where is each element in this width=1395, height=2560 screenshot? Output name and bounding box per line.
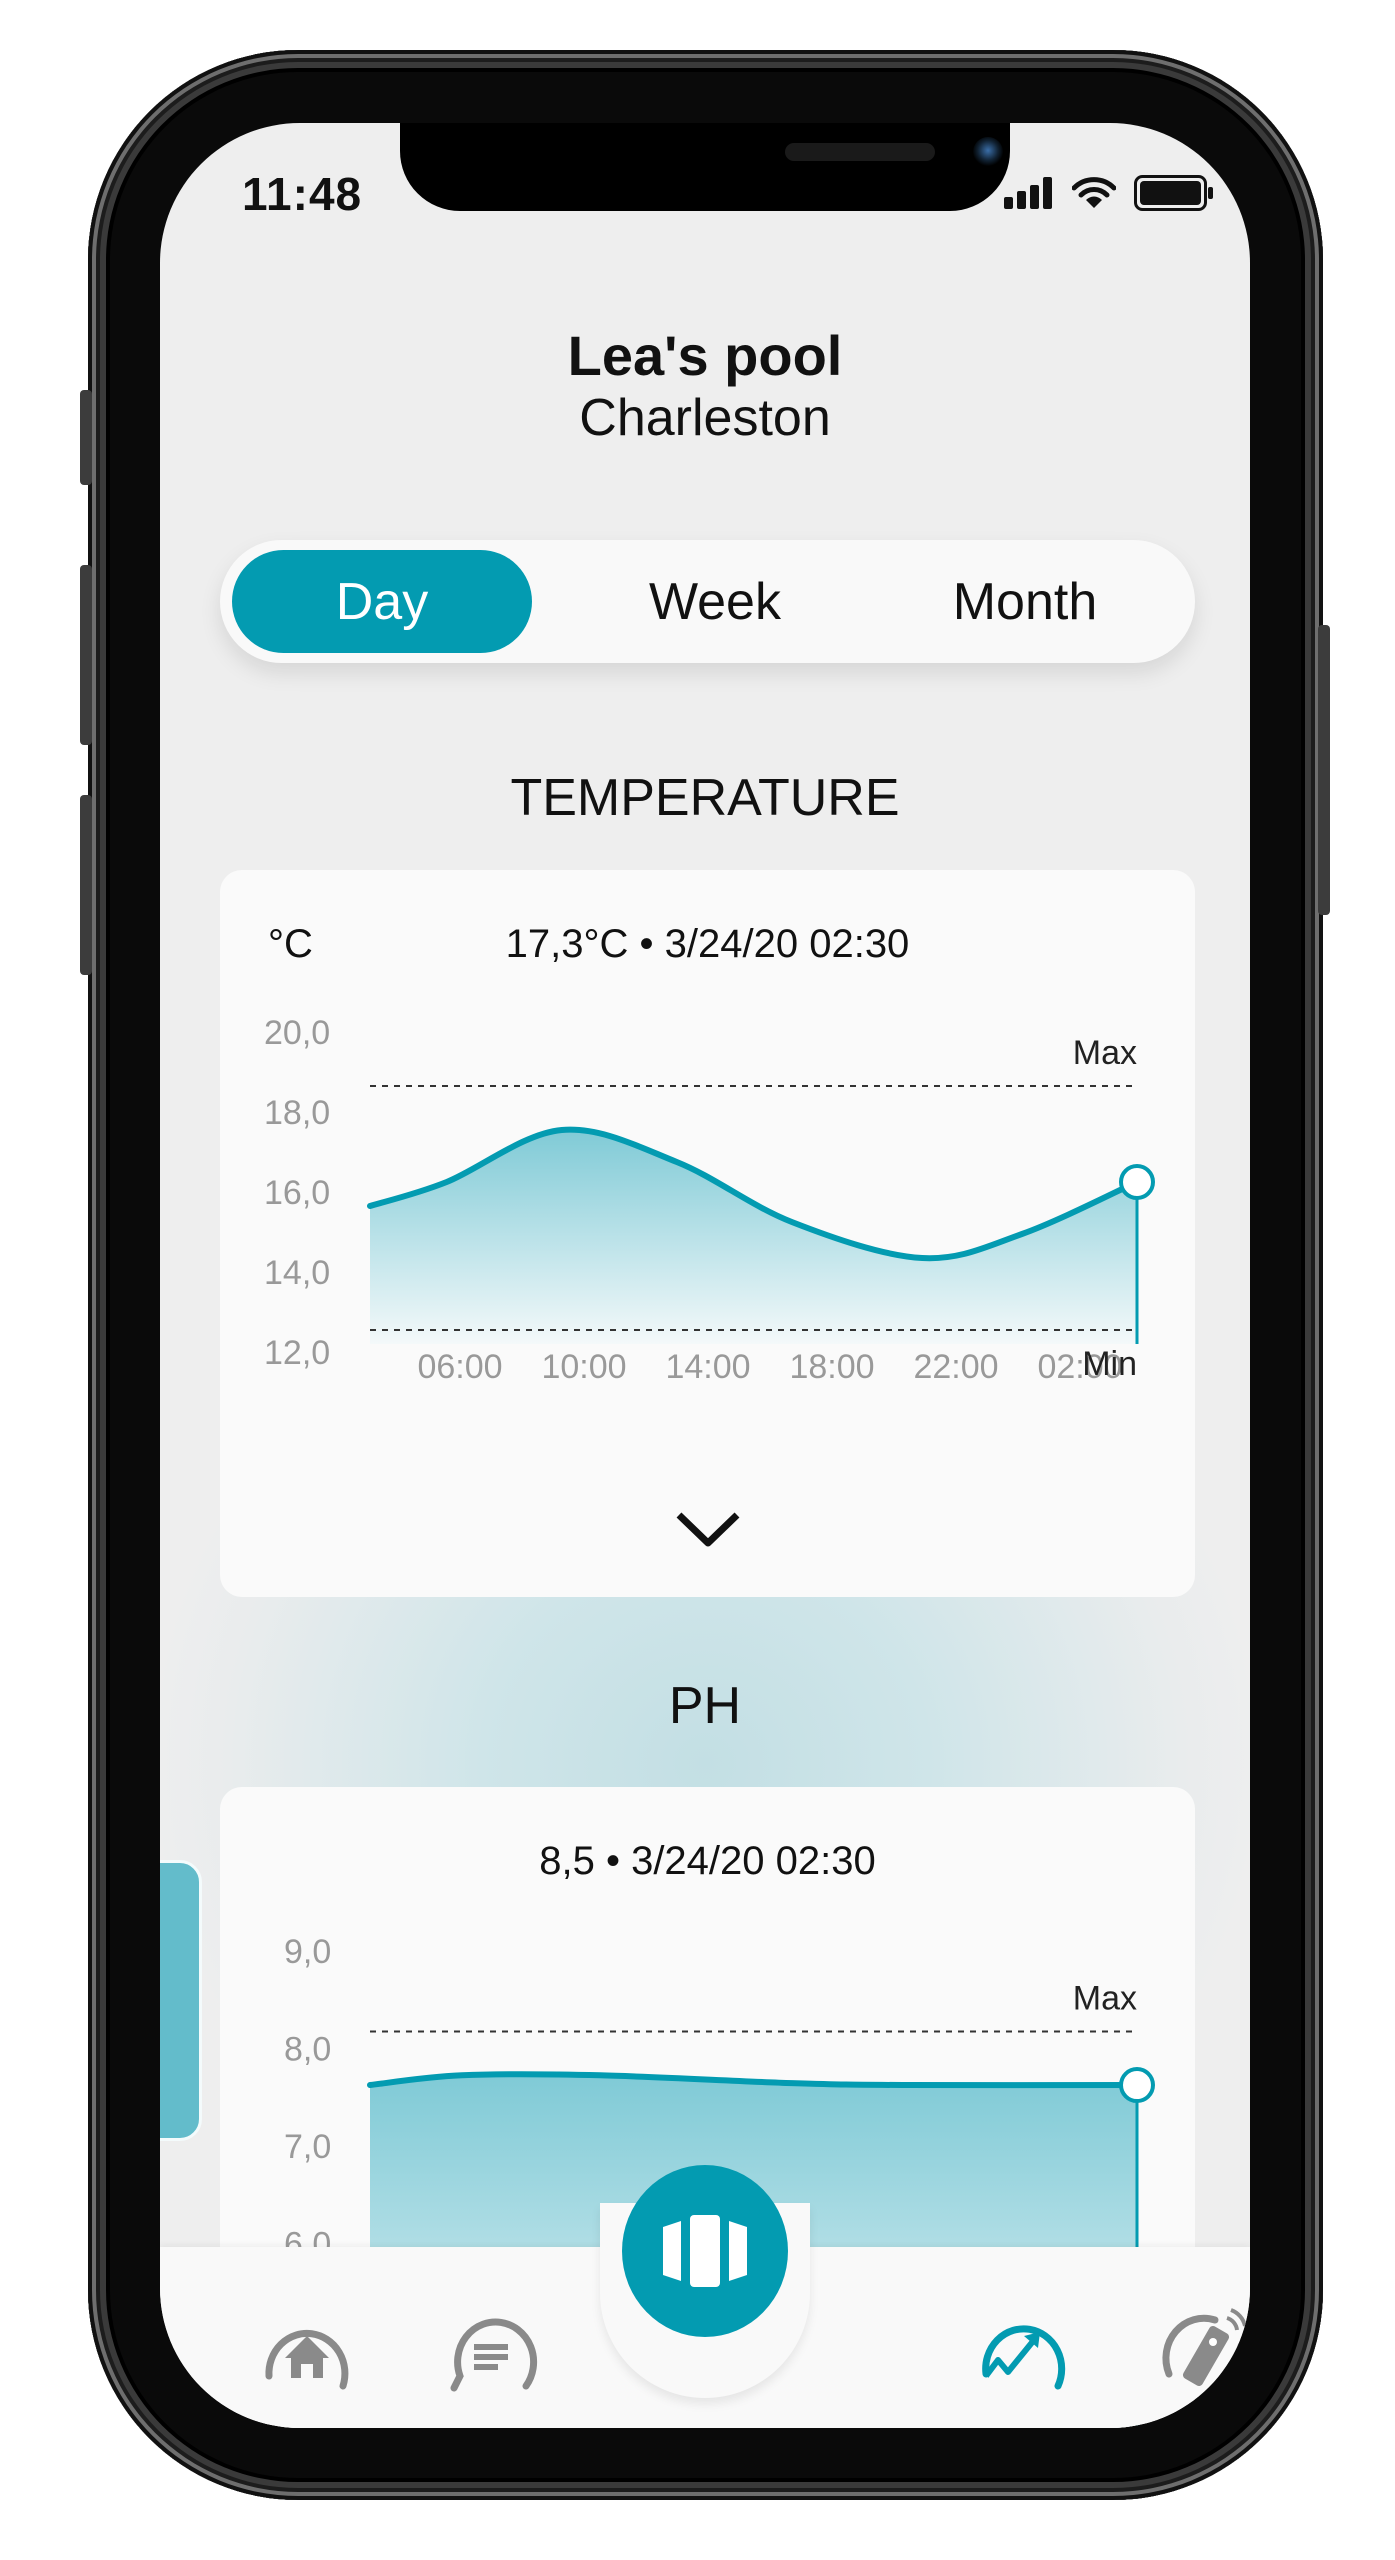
max-label: Max: [1073, 1979, 1137, 2017]
nav-home[interactable]: [257, 2306, 357, 2396]
volume-up-button: [80, 565, 92, 745]
status-time: 11:48: [242, 168, 363, 220]
tab-week[interactable]: Week: [565, 550, 865, 653]
y-tick-label: 12,0: [264, 1334, 330, 1372]
tab-month[interactable]: Month: [875, 550, 1175, 653]
power-button: [1318, 625, 1330, 915]
y-tick-label: 7,0: [284, 2128, 331, 2166]
battery-icon: [1134, 175, 1213, 211]
x-tick-label: 18:00: [789, 1348, 874, 1386]
y-tick-label: 16,0: [264, 1174, 330, 1212]
period-selector: Day Week Month: [220, 540, 1195, 663]
notch: [400, 123, 1010, 211]
min-label: Min: [1082, 1345, 1137, 1383]
nav-stats[interactable]: [972, 2306, 1072, 2396]
mute-switch: [80, 390, 92, 485]
nav-messages[interactable]: [440, 2306, 540, 2396]
remote-control-icon: [1162, 2308, 1248, 2390]
highlight-point: [1119, 1164, 1155, 1200]
temperature-chart[interactable]: 20,0 18,0 16,0 14,0 12,0 06:00 10:00 14:00 18:00…: [220, 870, 1195, 1490]
tab-day[interactable]: Day: [232, 550, 532, 653]
x-tick-label: 22:00: [913, 1348, 998, 1386]
signal-icon: [1004, 177, 1052, 209]
x-tick-label: 14:00: [665, 1348, 750, 1386]
nav-device-button[interactable]: [622, 2165, 788, 2337]
y-tick-label: 18,0: [264, 1094, 330, 1132]
x-tick-label: 06:00: [417, 1348, 502, 1386]
side-drawer-handle[interactable]: [160, 1860, 202, 2141]
trend-chart-icon: [982, 2325, 1066, 2390]
y-tick-label: 14,0: [264, 1254, 330, 1292]
status-icons: [1004, 175, 1214, 211]
pool-location: Charleston: [579, 389, 831, 447]
wifi-icon: [1072, 177, 1116, 208]
max-label: Max: [1073, 1034, 1137, 1072]
y-tick-label: 9,0: [284, 1933, 331, 1971]
volume-down-button: [80, 795, 92, 975]
temperature-section-title: TEMPERATURE: [510, 769, 900, 827]
app-screen: 11:48 Lea's pool Charleston Day Week Mon…: [160, 123, 1250, 2428]
pool-device-icon: [663, 2215, 747, 2287]
front-camera: [973, 137, 1003, 167]
home-icon: [265, 2330, 349, 2390]
chat-icon: [450, 2318, 538, 2392]
y-tick-label: 20,0: [264, 1014, 330, 1052]
x-tick-label: 10:00: [541, 1348, 626, 1386]
ph-section-title: PH: [668, 1677, 742, 1735]
speaker: [785, 143, 935, 161]
pool-name: Lea's pool: [567, 324, 843, 387]
nav-remote[interactable]: [1155, 2306, 1250, 2396]
chevron-down-icon[interactable]: [675, 1510, 741, 1550]
y-tick-label: 8,0: [284, 2030, 331, 2068]
temperature-card: °C 17,3°C • 3/24/20 02:30 20,0 18,0 16,0 14…: [220, 870, 1195, 1597]
highlight-point: [1119, 2067, 1155, 2104]
